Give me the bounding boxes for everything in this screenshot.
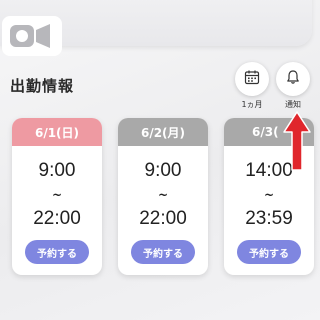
shift-date: 6/2(月) [118, 118, 208, 146]
shift-separator: ~ [157, 188, 169, 202]
shift-end-time: 22:00 [33, 208, 81, 229]
page-title: 出勤情報 [10, 77, 75, 95]
shift-separator: ~ [51, 188, 63, 202]
calendar-button-label: 1ヵ月 [241, 100, 263, 109]
shift-date: 6/1(日) [12, 118, 102, 146]
red-arrow-icon [282, 110, 312, 172]
notify-button[interactable] [276, 62, 310, 96]
calendar-icon [244, 69, 260, 89]
reserve-button[interactable]: 予約する [237, 240, 301, 264]
shift-start-time: 9:00 [144, 160, 182, 181]
shift-card: 6/1(日) 9:00 ~ 22:00 予約する [12, 118, 102, 275]
notify-button-label: 通知 [285, 100, 301, 109]
video-camera-icon[interactable] [2, 16, 62, 56]
reserve-button[interactable]: 予約する [131, 240, 195, 264]
shift-start-time: 9:00 [38, 160, 76, 181]
calendar-button[interactable] [235, 62, 269, 96]
shift-card: 6/2(月) 9:00 ~ 22:00 予約する [118, 118, 208, 275]
shift-separator: ~ [263, 188, 275, 202]
shift-end-time: 22:00 [139, 208, 187, 229]
reserve-button[interactable]: 予約する [25, 240, 89, 264]
shift-end-time: 23:59 [245, 208, 293, 229]
bell-icon [285, 69, 301, 89]
